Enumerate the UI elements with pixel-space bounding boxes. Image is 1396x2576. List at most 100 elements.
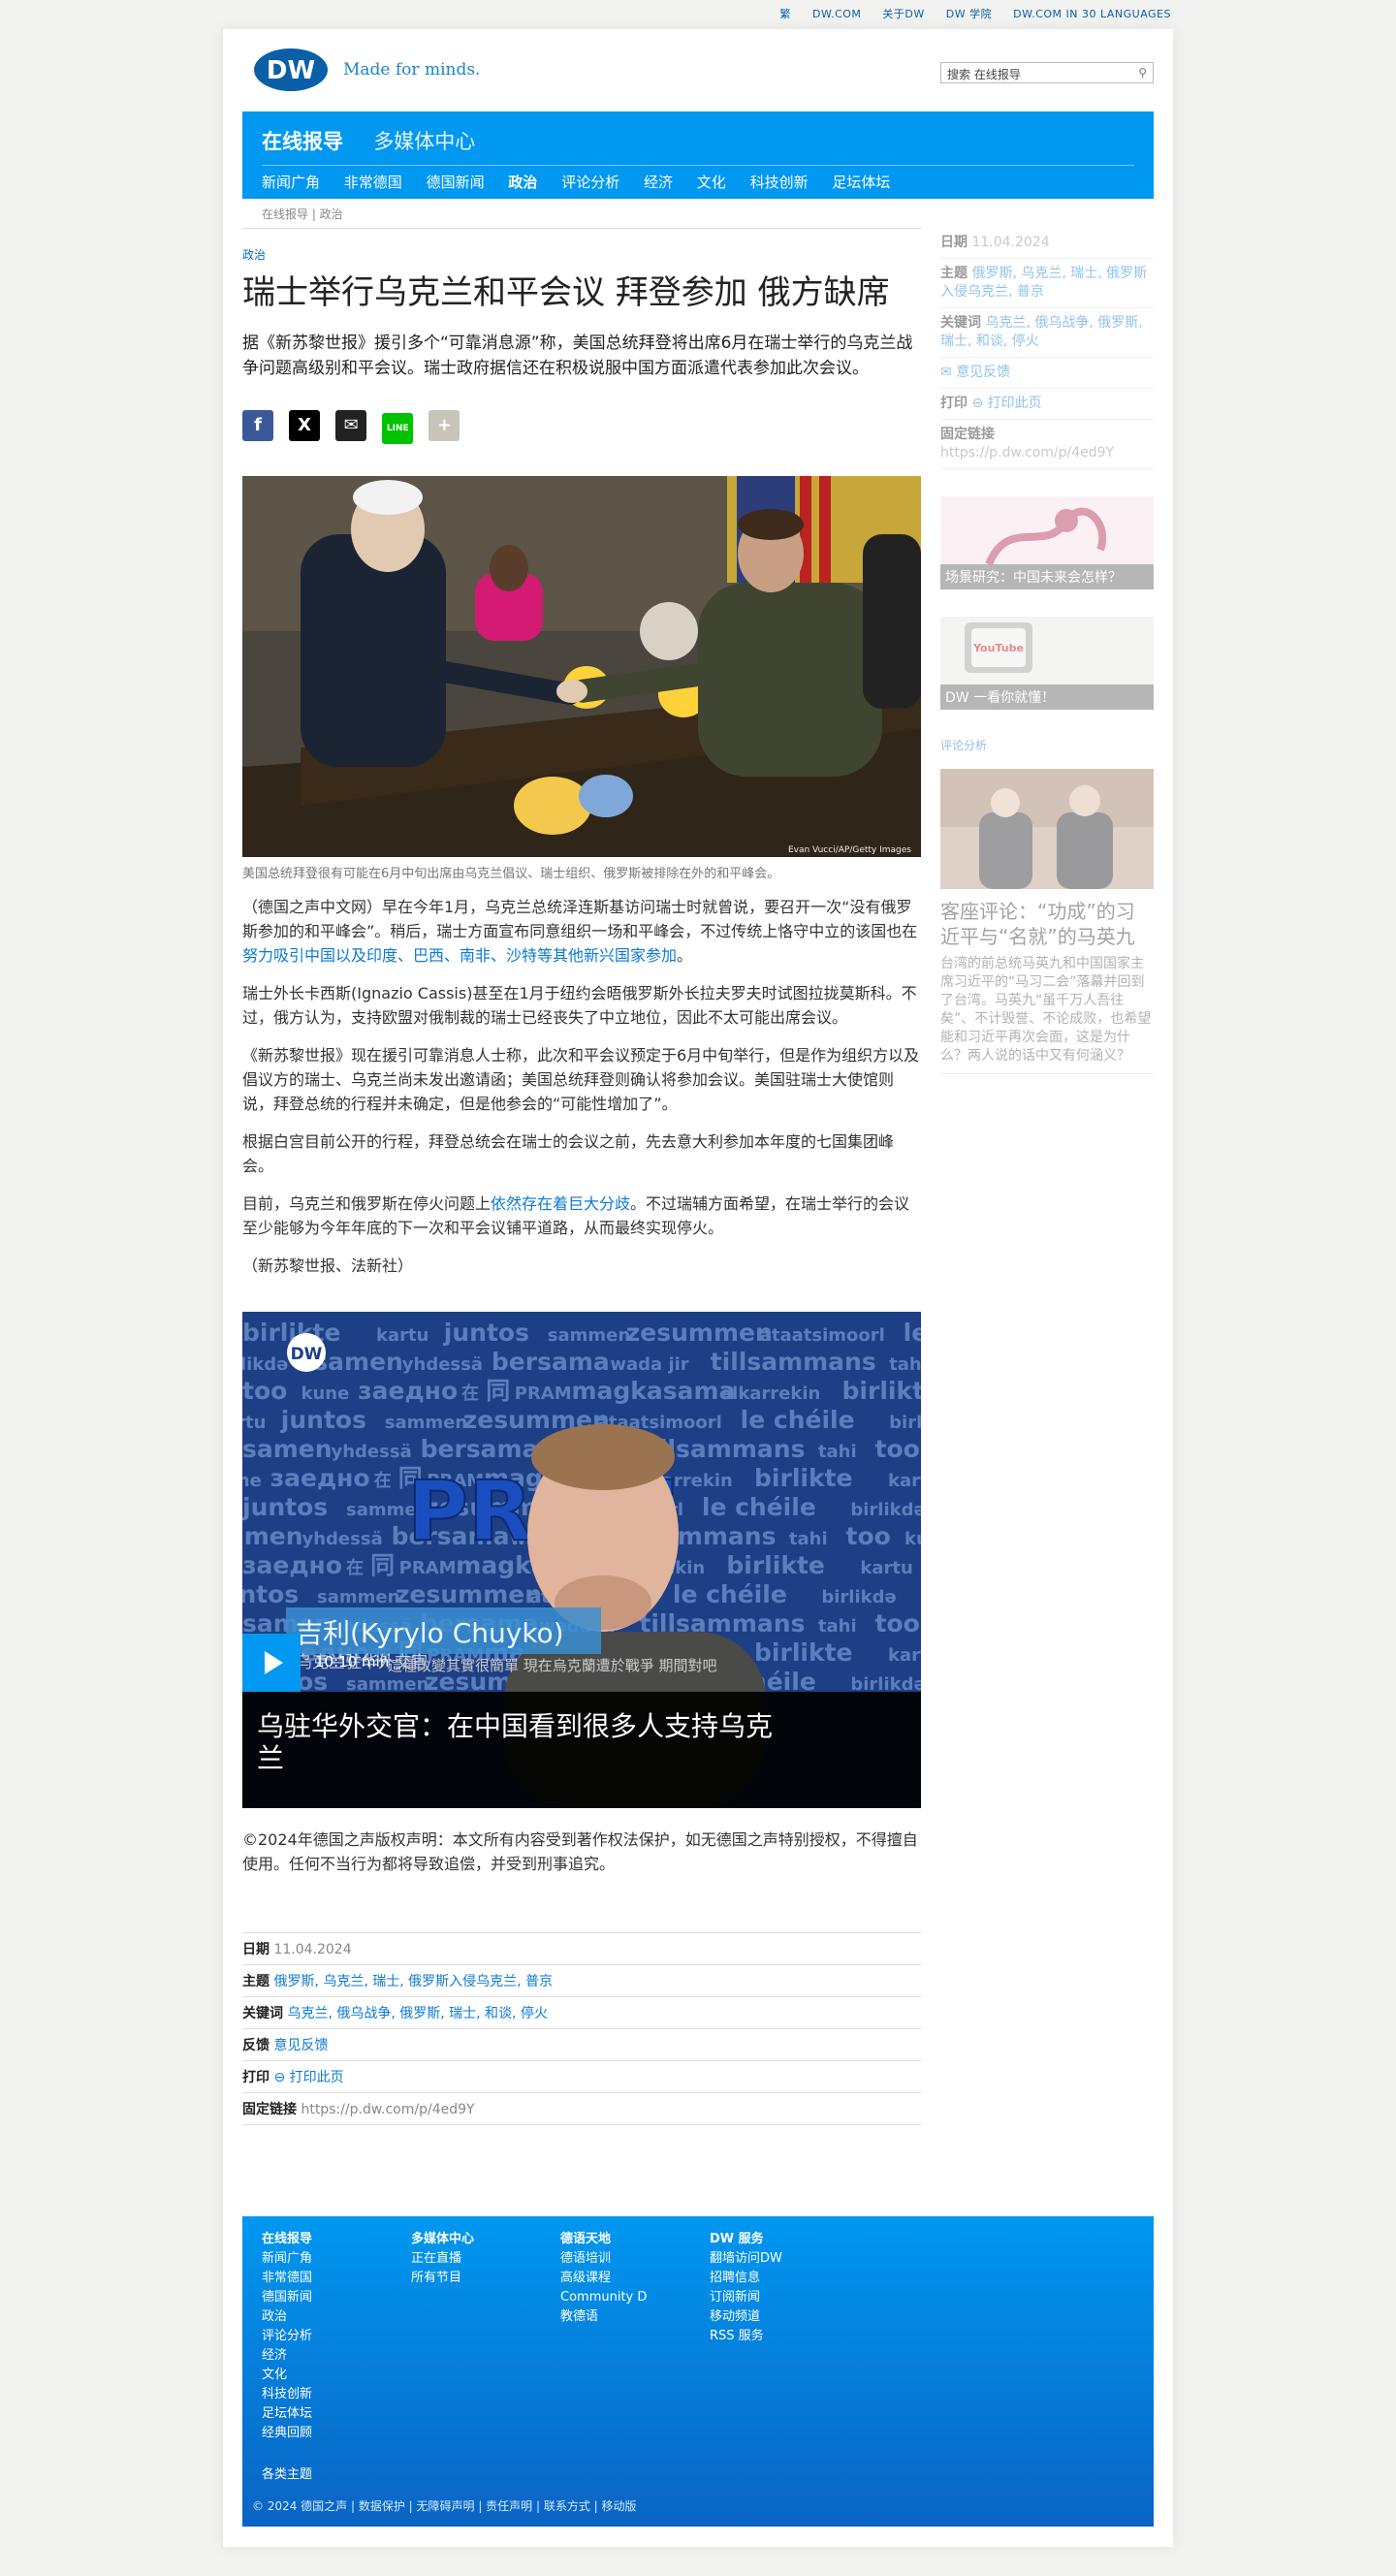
nav-item-commentary[interactable]: 评论分析	[561, 174, 619, 191]
sidebar-topics-links[interactable]: 俄罗斯, 乌克兰, 瑞士, 俄罗斯入侵乌克兰, 普京	[940, 266, 1147, 300]
video-thumbnail: birlikte kartu juntos sammenzesummenataatsi…	[242, 1312, 921, 1808]
footer-col-reports-title[interactable]: 在线报导	[262, 2230, 312, 2249]
print-link[interactable]: 打印此页	[290, 2070, 344, 2085]
word-cloud-term: birlikdə	[242, 1354, 288, 1375]
youtube-logo-text: YouTube	[972, 642, 1024, 654]
video-duration: 10:10 min	[315, 1653, 389, 1670]
nav-item-politics[interactable]: 政治	[508, 174, 537, 191]
footer-link[interactable]: 经典回顾	[262, 2424, 312, 2443]
commentary-title[interactable]: 客座评论：“功成”的习近平与“名就”的马英九	[940, 899, 1154, 949]
photo-credit: Evan Vucci/AP/Getty Images	[788, 845, 911, 855]
footer-legal[interactable]: © 2024 德国之声 | 数据保护 | 无障碍声明 | 责任声明 | 联系方式…	[252, 2497, 637, 2514]
nav-item-economy[interactable]: 经济	[644, 174, 673, 191]
search-input[interactable]: 搜索 在线报导 ⚲	[940, 62, 1154, 83]
nav-item-tech[interactable]: 科技创新	[750, 174, 809, 191]
word-cloud-term: заедно	[270, 1464, 370, 1492]
video-logo: DW	[291, 1345, 323, 1364]
promo-youtube[interactable]: YouTube DW 一看你就懂！	[940, 617, 1154, 710]
footer-link[interactable]: 正在直播	[411, 2249, 474, 2269]
footer-link[interactable]: 德国新闻	[262, 2288, 312, 2307]
footer-link[interactable]: 翻墙访问DW	[710, 2249, 782, 2269]
footer-link[interactable]: 文化	[262, 2366, 312, 2385]
sidebar-section-label[interactable]: 评论分析	[940, 737, 1154, 753]
word-cloud-term: birlikte	[842, 1377, 921, 1405]
nav-item-culture[interactable]: 文化	[697, 174, 726, 191]
video-title-line1: 乌驻华外交官：在中国看到很多人支持乌克	[257, 1710, 773, 1742]
photo-caption: 美国总统拜登很有可能在6月中旬出席由乌克兰倡议、瑞士组织、俄罗斯被排除在外的和平…	[242, 867, 780, 881]
article-meta: 日期 11.04.2024 主题 俄罗斯, 乌克兰, 瑞士, 俄罗斯入侵乌克兰,…	[242, 1932, 921, 2125]
sidebar-permalink-value[interactable]: https://p.dw.com/p/4ed9Y	[940, 445, 1114, 461]
nav-online-reports[interactable]: 在线报导	[262, 130, 343, 153]
sidebar-topics-label: 主题	[940, 266, 968, 281]
footer-col-media-title[interactable]: 多媒体中心	[411, 2230, 474, 2249]
word-cloud-term: too	[242, 1377, 287, 1405]
nav-item-news[interactable]: 新闻广角	[262, 174, 320, 191]
commentary-image[interactable]	[940, 769, 1154, 889]
footer-link[interactable]: 足坛体坛	[262, 2404, 312, 2424]
meta-topics-label: 主题	[242, 1974, 270, 1989]
footer-col-german-title[interactable]: 德语天地	[560, 2230, 647, 2249]
footer-link[interactable]: Community D	[560, 2288, 647, 2307]
sidebar-permalink: 固定链接 https://p.dw.com/p/4ed9Y	[940, 420, 1154, 469]
dw-academy-link[interactable]: DW 学院	[946, 8, 992, 20]
dw-logo[interactable]: DW	[252, 47, 330, 93]
footer-link[interactable]: 德语培训	[560, 2249, 647, 2269]
word-cloud-term: kartu	[376, 1325, 428, 1346]
search-icon[interactable]: ⚲	[1138, 66, 1147, 80]
about-dw-link[interactable]: 关于DW	[882, 8, 924, 20]
x-share-icon[interactable]: X	[289, 410, 321, 441]
footer-link[interactable]: 科技创新	[262, 2385, 312, 2404]
footer-link[interactable]: 招聘信息	[710, 2269, 782, 2288]
video-player[interactable]: birlikte kartu juntos sammen zesummen ataatsi…	[242, 1312, 921, 1808]
footer-link[interactable]: 评论分析	[262, 2327, 312, 2346]
word-cloud-term: kartu	[888, 1471, 921, 1491]
mail-share-icon[interactable]: ✉	[335, 410, 367, 441]
footer-link[interactable]: 政治	[262, 2307, 312, 2327]
sidebar: 日期 11.04.2024 主题 俄罗斯, 乌克兰, 瑞士, 俄罗斯入侵乌克兰,…	[940, 228, 1154, 1074]
meta-topics: 主题 俄罗斯, 乌克兰, 瑞士, 俄罗斯入侵乌克兰, 普京	[242, 1965, 921, 1997]
word-cloud-term: samen	[242, 1435, 333, 1463]
line-share-icon[interactable]: LINE	[382, 413, 414, 444]
article-photo[interactable]: Evan Vucci/AP/Getty Images	[242, 476, 921, 857]
feedback-link[interactable]: 意见反馈	[273, 2038, 328, 2053]
article-kicker[interactable]: 政治	[242, 246, 921, 263]
languages-link[interactable]: DW.COM IN 30 LANGUAGES	[1013, 8, 1171, 20]
nav-item-sports[interactable]: 足坛体坛	[832, 174, 890, 191]
permalink-value[interactable]: https://p.dw.com/p/4ed9Y	[301, 2102, 474, 2117]
footer-link[interactable]: RSS 服务	[710, 2327, 782, 2346]
facebook-share-icon[interactable]: f	[242, 410, 273, 441]
sidebar-date-label: 日期	[940, 235, 968, 250]
dw-com-link[interactable]: DW.COM	[812, 8, 861, 20]
meta-topics-links[interactable]: 俄罗斯, 乌克兰, 瑞士, 俄罗斯入侵乌克兰, 普京	[273, 1974, 553, 1989]
nav-item-german-news[interactable]: 德国新闻	[427, 174, 485, 191]
footer-link[interactable]: 新闻广角	[262, 2249, 312, 2269]
footer-link[interactable]: 经济	[262, 2346, 312, 2366]
site-header: DW Made for minds. 搜索 在线报导 ⚲	[223, 29, 1173, 111]
word-cloud-term: sammen	[385, 1413, 467, 1433]
footer-link[interactable]: 订阅新闻	[710, 2288, 782, 2307]
footer-link[interactable]: 非常德国	[262, 2269, 312, 2288]
footer-link[interactable]: 所有节目	[411, 2269, 474, 2288]
print-icon[interactable]: ⊖	[273, 2070, 285, 2085]
footer-link[interactable]: 移动频道	[710, 2307, 782, 2327]
word-cloud-term: 在	[374, 1470, 392, 1491]
sidebar-feedback-link[interactable]: 意见反馈	[956, 365, 1010, 380]
paragraph-1-link[interactable]: 努力吸引中国以及印度、巴西、南非、沙特等其他新兴国家参加	[242, 946, 677, 965]
footer-link[interactable]: 教德语	[560, 2307, 647, 2327]
paragraph-3: 《新苏黎世报》现在援引可靠消息人士称，此次和平会议预定于6月中旬举行，但是作为组…	[242, 1046, 920, 1113]
more-share-icon[interactable]: +	[428, 410, 460, 441]
sidebar-print-icon[interactable]: ⊖	[971, 396, 983, 411]
promo-scenario[interactable]: 场景研究：中国未来会怎样？	[940, 496, 1154, 589]
sidebar-print-link[interactable]: 打印此页	[988, 396, 1042, 411]
feedback-icon[interactable]: ✉	[940, 365, 952, 380]
footer-link[interactable]: 高级课程	[560, 2269, 647, 2288]
word-cloud-term: PRAM	[399, 1558, 457, 1578]
paragraph-5-link[interactable]: 依然存在着巨大分歧	[491, 1194, 630, 1213]
paragraph-2: 瑞士外长卡西斯(Ignazio Cassis)甚至在1月于纽约会晤俄罗斯外长拉夫…	[242, 984, 917, 1027]
footer-topics-link[interactable]: 各类主题	[262, 2464, 312, 2482]
traditional-chinese-link[interactable]: 繁	[780, 8, 792, 20]
nav-item-germany[interactable]: 非常德国	[344, 174, 402, 191]
nav-media-center[interactable]: 多媒体中心	[373, 130, 475, 153]
footer-col-services-title[interactable]: DW 服务	[710, 2230, 782, 2249]
meta-keywords-links[interactable]: 乌克兰, 俄乌战争, 俄罗斯, 瑞士, 和谈, 停火	[287, 2006, 548, 2021]
